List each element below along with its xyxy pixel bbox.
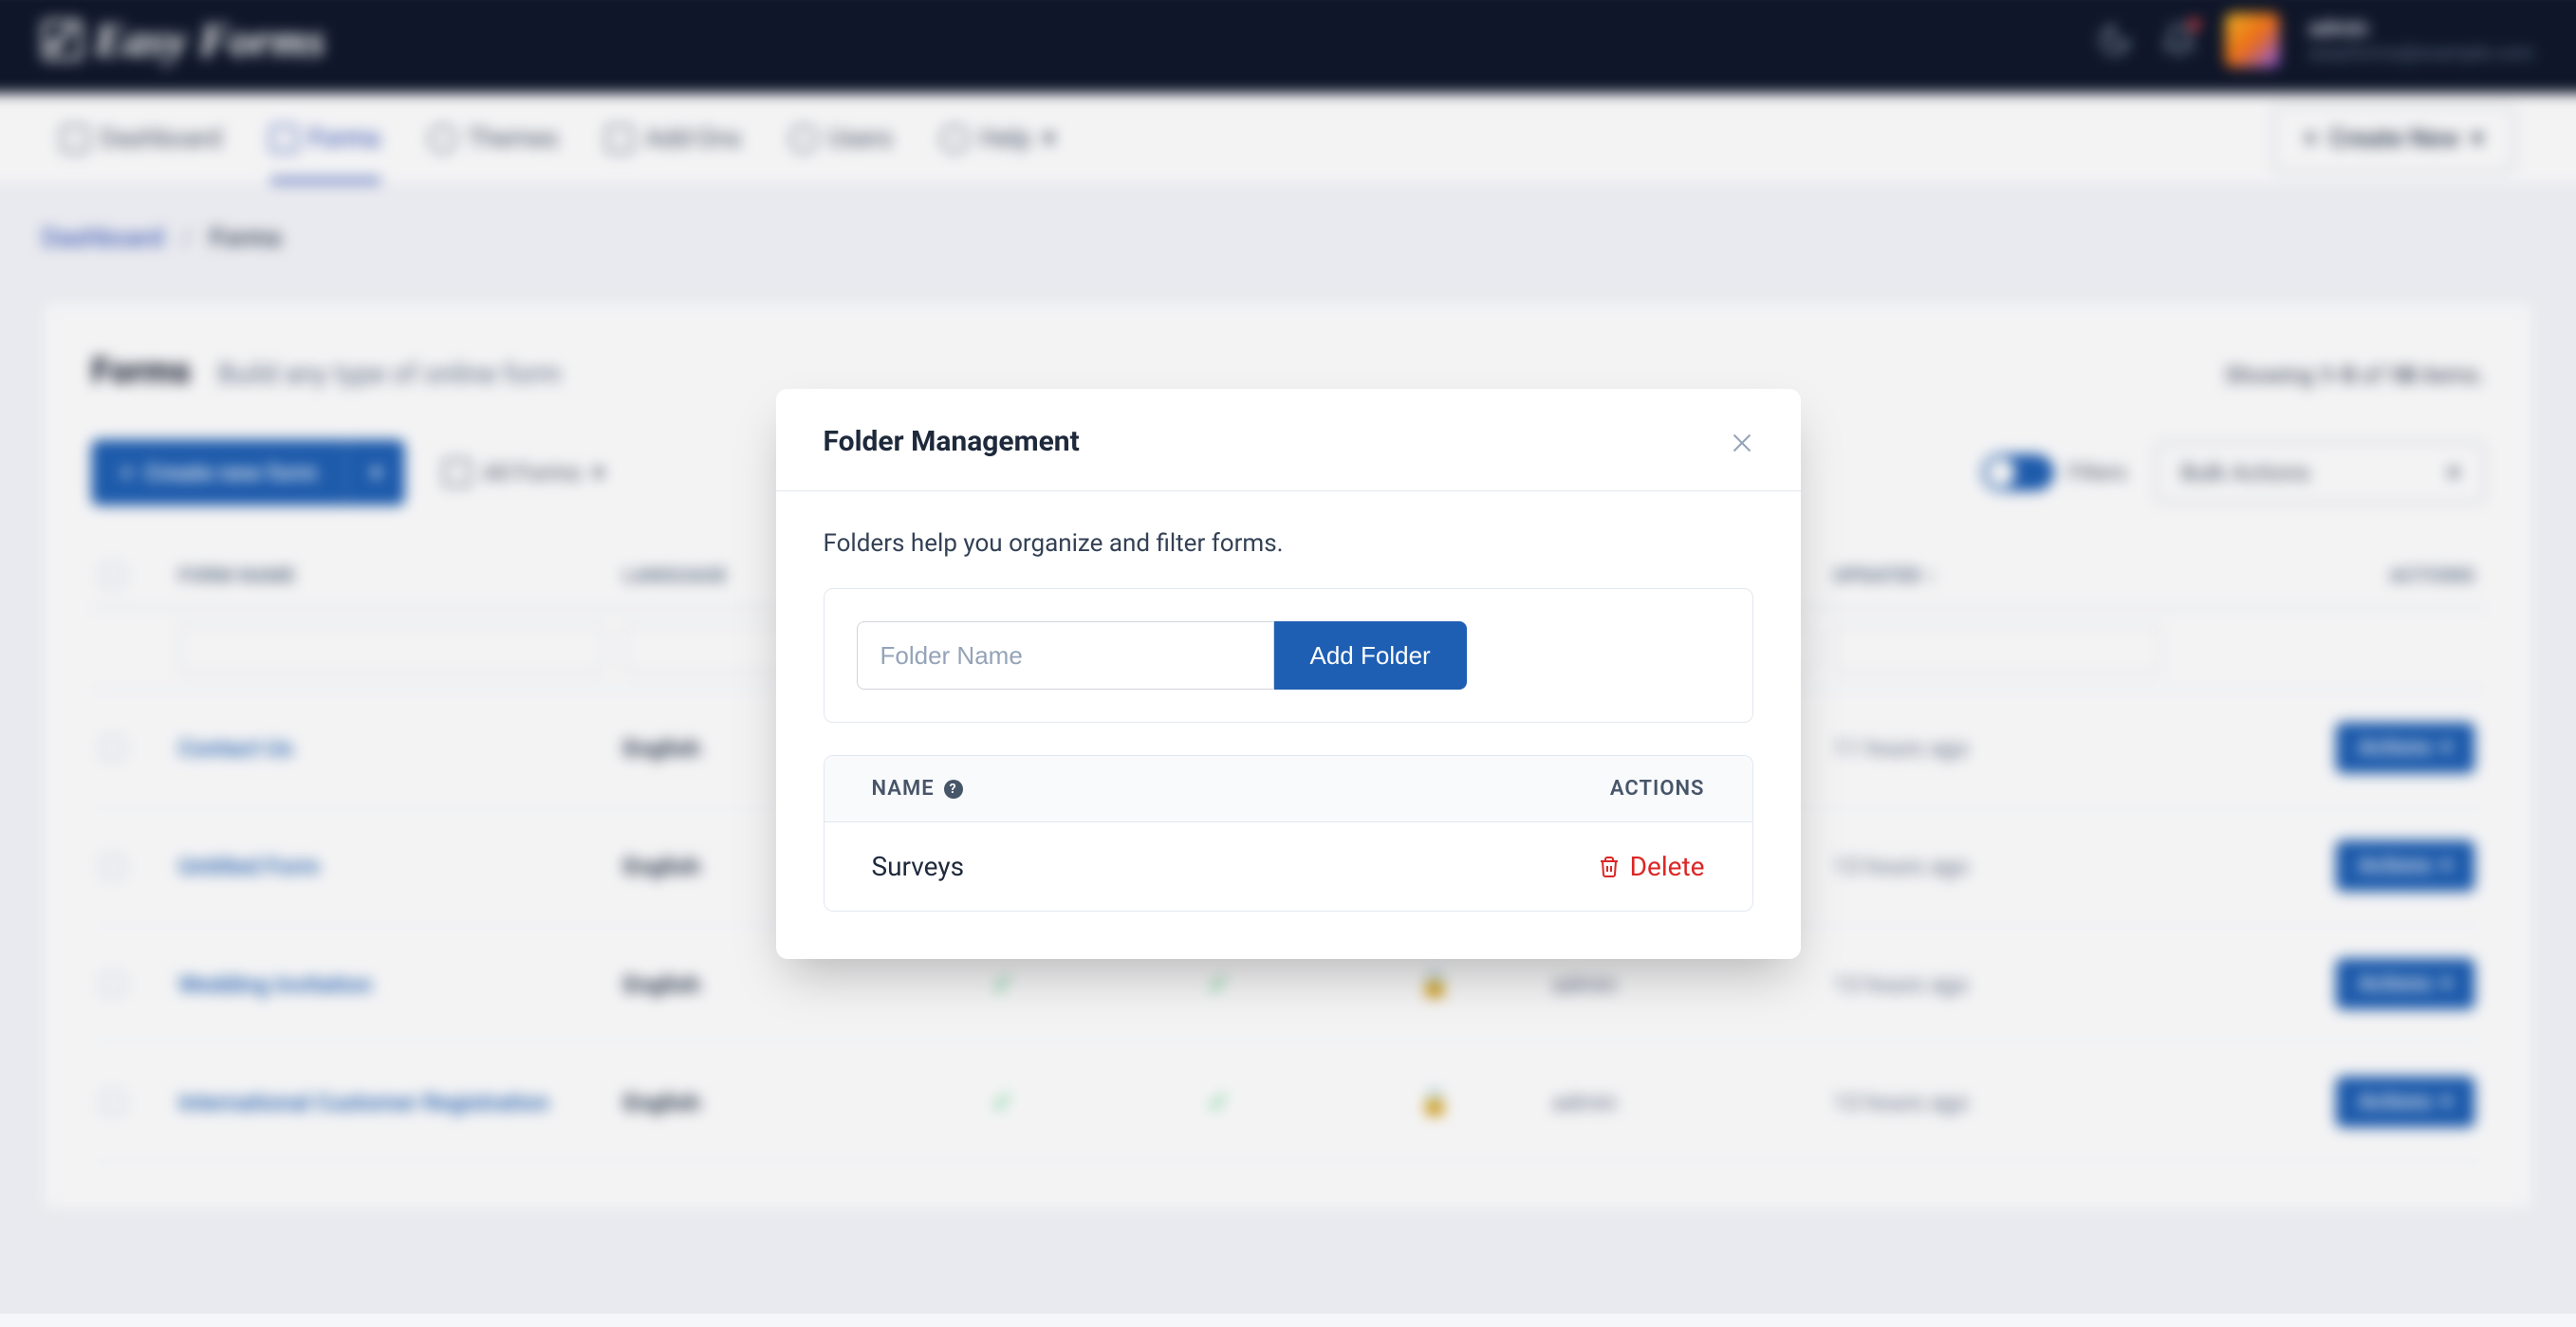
folders-table-head: NAME ? ACTIONS [825, 756, 1752, 822]
close-icon[interactable] [1731, 431, 1753, 453]
add-folder-button[interactable]: Add Folder [1274, 621, 1467, 690]
modal-header: Folder Management [776, 389, 1801, 491]
modal-overlay[interactable]: Folder Management Folders help you organ… [0, 0, 2576, 1314]
folder-row: Surveys Delete [825, 822, 1752, 911]
col-name: NAME ? [872, 777, 963, 801]
add-folder-box: Add Folder [824, 588, 1753, 723]
folder-name-input[interactable] [857, 621, 1274, 690]
trash-icon [1598, 855, 1621, 879]
delete-folder-button[interactable]: Delete [1598, 851, 1705, 882]
col-actions: ACTIONS [1610, 777, 1705, 801]
modal-title: Folder Management [824, 425, 1080, 458]
help-icon[interactable]: ? [944, 780, 963, 799]
folders-table: NAME ? ACTIONS Surveys Delete [824, 755, 1753, 912]
folder-name[interactable]: Surveys [872, 851, 965, 882]
modal-body: Folders help you organize and filter for… [776, 491, 1801, 959]
folder-management-modal: Folder Management Folders help you organ… [776, 389, 1801, 959]
modal-description: Folders help you organize and filter for… [824, 529, 1753, 558]
